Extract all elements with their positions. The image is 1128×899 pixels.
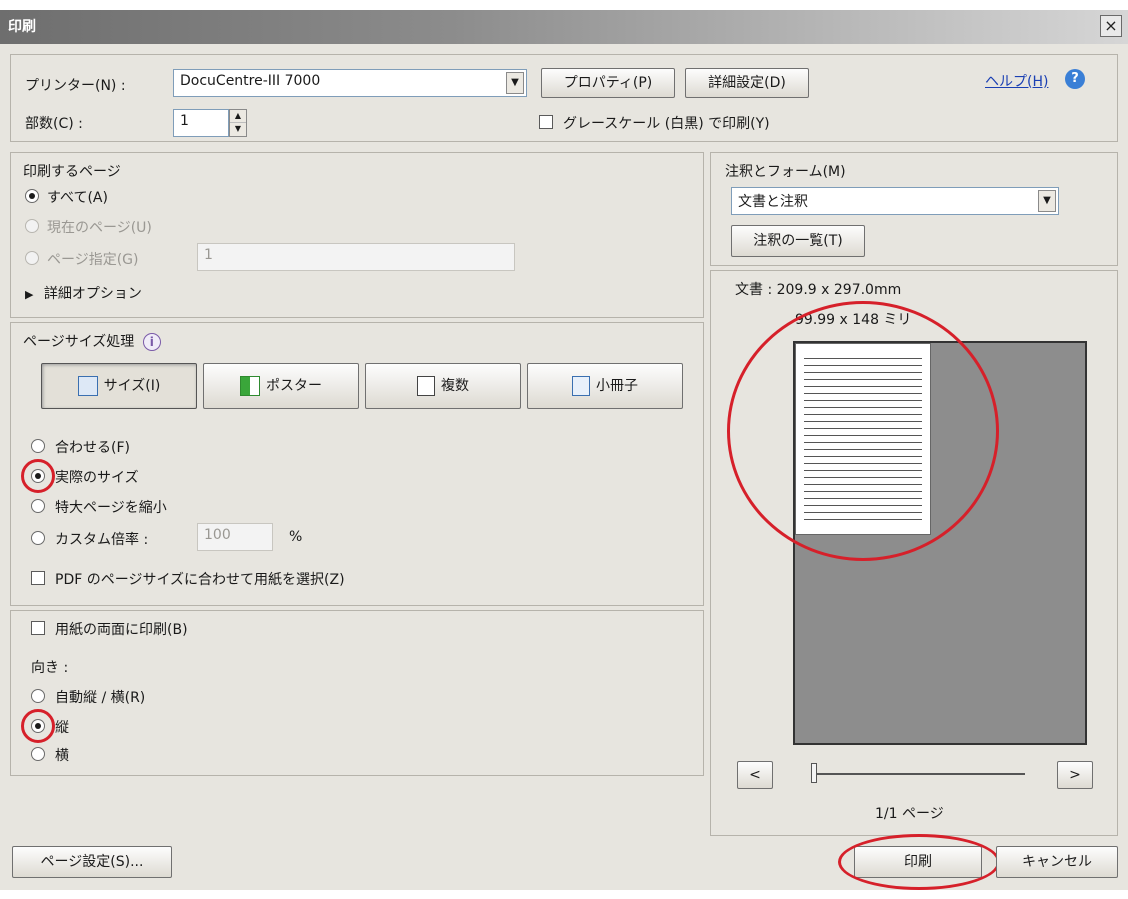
cancel-button[interactable]: キャンセル (996, 846, 1118, 878)
custom-scale-radio[interactable] (31, 531, 45, 545)
paper-size-label: 99.99 x 148 ミリ (795, 312, 912, 328)
custom-scale-input[interactable]: 100 (197, 523, 273, 551)
more-options-toggle[interactable]: ▶ 詳細オプション (25, 283, 142, 303)
pages-all-label: すべて(A) (47, 190, 108, 206)
actual-size-label: 実際のサイズ (55, 470, 139, 486)
printer-panel: プリンター(N) : DocuCentre-III 7000 ▼ プロパティ(P… (10, 54, 1118, 142)
next-page-button[interactable]: > (1057, 761, 1093, 789)
tab-multiple-label: 複数 (441, 378, 469, 394)
printer-label: プリンター(N) : (25, 78, 126, 94)
stepper-up-icon[interactable]: ▲ (230, 110, 246, 123)
properties-button[interactable]: プロパティ(P) (541, 68, 675, 98)
triangle-right-icon: ▶ (25, 288, 34, 301)
page-size-heading: ページサイズ処理 i (23, 331, 161, 351)
percent-label: % (289, 529, 303, 545)
poster-icon (240, 376, 260, 396)
pages-range-radio[interactable] (25, 251, 39, 265)
portrait-radio[interactable] (31, 719, 45, 733)
tab-poster-label: ポスター (266, 378, 322, 394)
page-thumbnail (795, 343, 931, 535)
tab-multiple[interactable]: 複数 (365, 363, 521, 409)
tab-size[interactable]: サイズ(I) (41, 363, 197, 409)
advanced-button[interactable]: 詳細設定(D) (685, 68, 809, 98)
auto-orientation-label: 自動縦 / 横(R) (55, 690, 146, 706)
annotation-summary-button[interactable]: 注釈の一覧(T) (731, 225, 865, 257)
choose-paper-label: PDF のページサイズに合わせて用紙を選択(Z) (55, 572, 345, 588)
help-link[interactable]: ヘルプ(H) (985, 71, 1048, 91)
pages-all-radio[interactable] (25, 189, 39, 203)
fit-label: 合わせる(F) (55, 440, 130, 456)
shrink-label: 特大ページを縮小 (55, 500, 167, 516)
stepper-down-icon[interactable]: ▼ (230, 123, 246, 136)
chevron-down-icon[interactable]: ▼ (506, 72, 524, 94)
pages-range-value: 1 (204, 247, 213, 263)
page-slider-handle[interactable] (811, 763, 817, 783)
page-setup-button[interactable]: ページ設定(S)... (12, 846, 172, 878)
page-size-heading-label: ページサイズ処理 (23, 334, 135, 350)
thumbnail-content (804, 352, 922, 526)
annotations-heading: 注釈とフォーム(M) (725, 164, 846, 180)
orientation-heading: 向き : (31, 660, 69, 676)
copies-input[interactable]: 1 (173, 109, 229, 137)
close-button[interactable]: × (1100, 15, 1122, 37)
fit-radio[interactable] (31, 439, 45, 453)
actual-size-radio[interactable] (31, 469, 45, 483)
pages-current-radio[interactable] (25, 219, 39, 233)
booklet-icon (572, 376, 590, 396)
multiple-pages-icon (417, 376, 435, 396)
page-slider[interactable] (811, 773, 1025, 775)
landscape-radio[interactable] (31, 747, 45, 761)
annotations-select-value: 文書と注釈 (738, 194, 808, 210)
copies-value: 1 (180, 113, 189, 129)
help-link-label: ヘルプ(H) (985, 74, 1049, 90)
orientation-panel: 用紙の両面に印刷(B) 向き : 自動縦 / 横(R) 縦 横 (10, 610, 704, 776)
chevron-down-icon[interactable]: ▼ (1038, 190, 1056, 212)
custom-scale-value: 100 (204, 527, 231, 543)
landscape-label: 横 (55, 748, 69, 764)
tab-poster[interactable]: ポスター (203, 363, 359, 409)
help-icon[interactable]: ? (1065, 69, 1085, 89)
auto-orientation-radio[interactable] (31, 689, 45, 703)
printer-select[interactable]: DocuCentre-III 7000 ▼ (173, 69, 527, 97)
pages-current-label: 現在のページ(U) (47, 220, 152, 236)
pages-panel: 印刷するページ すべて(A) 現在のページ(U) ページ指定(G) 1 ▶ 詳細… (10, 152, 704, 318)
choose-paper-checkbox[interactable] (31, 571, 45, 585)
info-icon[interactable]: i (142, 333, 161, 351)
size-icon (77, 376, 98, 396)
title-bar: 印刷 × (0, 10, 1128, 44)
more-options-label: 詳細オプション (43, 286, 142, 302)
duplex-label: 用紙の両面に印刷(B) (55, 622, 188, 638)
page-size-panel: ページサイズ処理 i サイズ(I) ポスター 複数 小冊子 合わせる(F) 実際… (10, 322, 704, 606)
print-button[interactable]: 印刷 (854, 846, 982, 878)
pages-range-label: ページ指定(G) (47, 252, 139, 268)
tab-booklet-label: 小冊子 (596, 378, 638, 394)
printer-select-value: DocuCentre-III 7000 (180, 73, 321, 89)
preview-panel: 文書 : 209.9 x 297.0mm 99.99 x 148 ミリ < > … (710, 270, 1118, 836)
print-preview (793, 341, 1087, 745)
tab-booklet[interactable]: 小冊子 (527, 363, 683, 409)
copies-stepper[interactable]: ▲ ▼ (229, 109, 247, 137)
portrait-label: 縦 (55, 720, 69, 736)
window-title: 印刷 (8, 19, 36, 35)
grayscale-label: グレースケール (白黒) で印刷(Y) (563, 116, 770, 132)
print-dialog: プリンター(N) : DocuCentre-III 7000 ▼ プロパティ(P… (0, 44, 1128, 890)
custom-scale-label: カスタム倍率 : (55, 532, 149, 548)
copies-label: 部数(C) : (25, 116, 83, 132)
shrink-radio[interactable] (31, 499, 45, 513)
document-size-label: 文書 : 209.9 x 297.0mm (735, 282, 902, 298)
prev-page-button[interactable]: < (737, 761, 773, 789)
page-indicator: 1/1 ページ (875, 806, 944, 822)
tab-size-label: サイズ(I) (103, 378, 161, 394)
duplex-checkbox[interactable] (31, 621, 45, 635)
grayscale-checkbox[interactable] (539, 115, 553, 129)
pages-heading: 印刷するページ (23, 164, 121, 180)
pages-range-input[interactable]: 1 (197, 243, 515, 271)
annotations-panel: 注釈とフォーム(M) 文書と注釈 ▼ 注釈の一覧(T) (710, 152, 1118, 266)
annotations-select[interactable]: 文書と注釈 ▼ (731, 187, 1059, 215)
